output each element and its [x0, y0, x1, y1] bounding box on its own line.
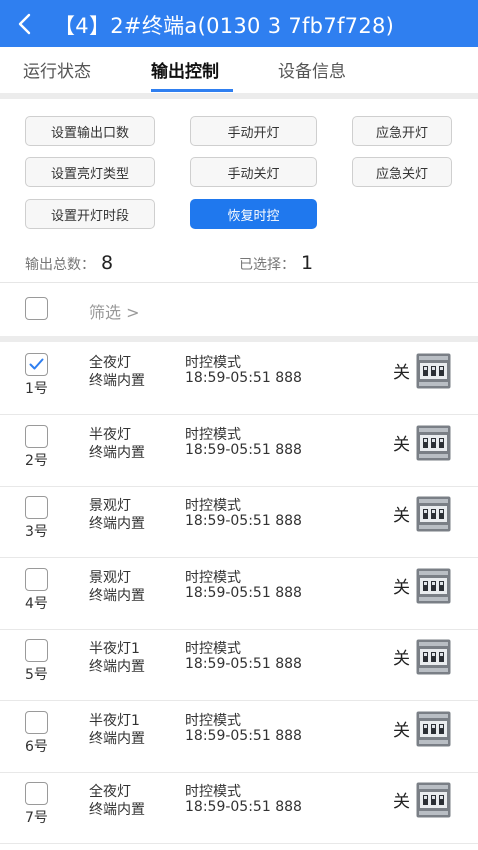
- output-number: 6号: [25, 738, 48, 755]
- output-source: 终端内置: [89, 516, 145, 532]
- emergency-off-button[interactable]: 应急关灯: [352, 157, 452, 187]
- tab-run-status[interactable]: 运行状态: [23, 57, 91, 82]
- output-light-type: 半夜灯1: [89, 712, 140, 729]
- output-mode: 时控模式: [185, 498, 241, 514]
- output-source: 终端内置: [89, 730, 145, 747]
- select-all-checkbox[interactable]: [25, 297, 48, 320]
- output-source: 终端内置: [89, 373, 145, 389]
- output-checkbox[interactable]: [25, 639, 48, 662]
- output-time-range: 18:59-05:51 888: [185, 727, 302, 744]
- output-total-label: 输出总数：: [25, 257, 95, 273]
- tab-device-info[interactable]: 设备信息: [278, 57, 346, 82]
- output-state: 关: [393, 577, 410, 598]
- output-number: 4号: [25, 595, 48, 612]
- output-checkbox[interactable]: [25, 710, 48, 734]
- output-checkbox[interactable]: [25, 424, 48, 448]
- switch-icon: [416, 425, 451, 460]
- section-divider: [0, 93, 478, 99]
- output-checkbox[interactable]: [25, 496, 48, 519]
- page-title: 【4】2#终端a(0130 3 7fb7f728): [54, 14, 395, 38]
- output-state: 关: [393, 720, 410, 741]
- manual-off-button[interactable]: 手动关灯: [190, 157, 317, 187]
- output-row[interactable]: 1号 全夜灯终端内置 时控模式 18:59-05:51 888 关: [0, 344, 478, 415]
- output-time-range: 18:59-05:51 888: [185, 513, 302, 529]
- output-row[interactable]: 4号 景观灯 终端内置 时控模式 18:59-05:51 888 关: [0, 559, 478, 630]
- output-time-range: 18:59-05:51 888: [185, 441, 302, 458]
- output-checkbox[interactable]: [25, 782, 48, 805]
- output-source: 终端内置: [89, 659, 145, 675]
- output-checkbox[interactable]: [25, 353, 48, 376]
- top-app-bar: 【4】2#终端a(0130 3 7fb7f728): [0, 0, 478, 47]
- output-light-type: 景观灯: [89, 569, 131, 586]
- selected-count-label: 已选择：: [239, 257, 295, 273]
- output-source: 终端内置: [89, 587, 145, 604]
- output-checkbox[interactable]: [25, 567, 48, 591]
- output-light-type: 全夜灯: [89, 355, 131, 371]
- switch-icon: [416, 639, 451, 675]
- output-number: 2号: [25, 452, 48, 469]
- output-number: 3号: [25, 524, 48, 540]
- output-light-type: 半夜灯: [89, 426, 131, 443]
- output-row[interactable]: 3号 景观灯终端内置 时控模式 18:59-05:51 888 关: [0, 487, 478, 558]
- set-output-count-button[interactable]: 设置输出口数: [25, 116, 155, 146]
- output-source: 终端内置: [89, 802, 145, 818]
- tab-bar: 运行状态 输出控制 设备信息: [0, 47, 478, 93]
- output-time-range: 18:59-05:51 888: [185, 370, 302, 386]
- output-mode: 时控模式: [185, 355, 241, 371]
- set-on-period-button[interactable]: 设置开灯时段: [25, 199, 155, 229]
- selected-count-value: 1: [301, 252, 314, 274]
- output-state: 关: [393, 434, 410, 455]
- output-row[interactable]: 6号 半夜灯1 终端内置 时控模式 18:59-05:51 888 关: [0, 702, 478, 773]
- filter-button[interactable]: 筛选 >: [89, 299, 140, 323]
- manual-on-button[interactable]: 手动开灯: [190, 116, 317, 146]
- output-mode: 时控模式: [185, 569, 241, 586]
- switch-icon: [416, 782, 451, 818]
- output-row[interactable]: 2号 半夜灯 终端内置 时控模式 18:59-05:51 888 关: [0, 416, 478, 487]
- switch-icon: [416, 496, 451, 532]
- output-light-type: 半夜灯1: [89, 641, 140, 657]
- list-divider: [0, 336, 478, 342]
- set-light-type-button[interactable]: 设置亮灯类型: [25, 157, 155, 187]
- output-mode: 时控模式: [185, 784, 241, 800]
- output-time-range: 18:59-05:51 888: [185, 656, 302, 672]
- output-mode: 时控模式: [185, 641, 241, 657]
- back-button[interactable]: [10, 6, 40, 42]
- output-row[interactable]: 7号 全夜灯终端内置 时控模式 18:59-05:51 888 关: [0, 773, 478, 844]
- output-mode: 时控模式: [185, 712, 241, 729]
- output-total-value: 8: [101, 252, 114, 274]
- output-total: 输出总数： 8: [25, 252, 113, 274]
- output-source: 终端内置: [89, 444, 145, 461]
- switch-icon: [416, 353, 451, 389]
- restore-time-control-button[interactable]: 恢复时控: [190, 199, 317, 229]
- output-row[interactable]: 5号 半夜灯1 终端内置 时控模式 18:59-05:51 888 关: [0, 630, 478, 701]
- switch-icon: [416, 568, 451, 603]
- output-state: 关: [393, 792, 410, 812]
- output-time-range: 18:59-05:51 888: [185, 799, 302, 815]
- output-state: 关: [393, 363, 410, 383]
- output-number: 7号: [25, 810, 48, 826]
- switch-icon: [416, 711, 451, 746]
- tab-output-control[interactable]: 输出控制: [151, 57, 219, 82]
- output-light-type: 全夜灯: [89, 784, 131, 800]
- output-number: 5号: [25, 667, 48, 683]
- selected-count: 已选择： 1: [239, 252, 313, 274]
- output-number: 1号: [25, 381, 48, 397]
- check-icon: [29, 358, 44, 370]
- stats-divider: [0, 282, 478, 283]
- emergency-on-button[interactable]: 应急开灯: [352, 116, 452, 146]
- output-light-type: 景观灯: [89, 498, 131, 514]
- output-state: 关: [393, 506, 410, 526]
- chevron-left-icon: [18, 13, 31, 35]
- active-tab-indicator: [151, 89, 233, 92]
- output-time-range: 18:59-05:51 888: [185, 584, 302, 601]
- output-mode: 时控模式: [185, 426, 241, 443]
- output-state: 关: [393, 649, 410, 669]
